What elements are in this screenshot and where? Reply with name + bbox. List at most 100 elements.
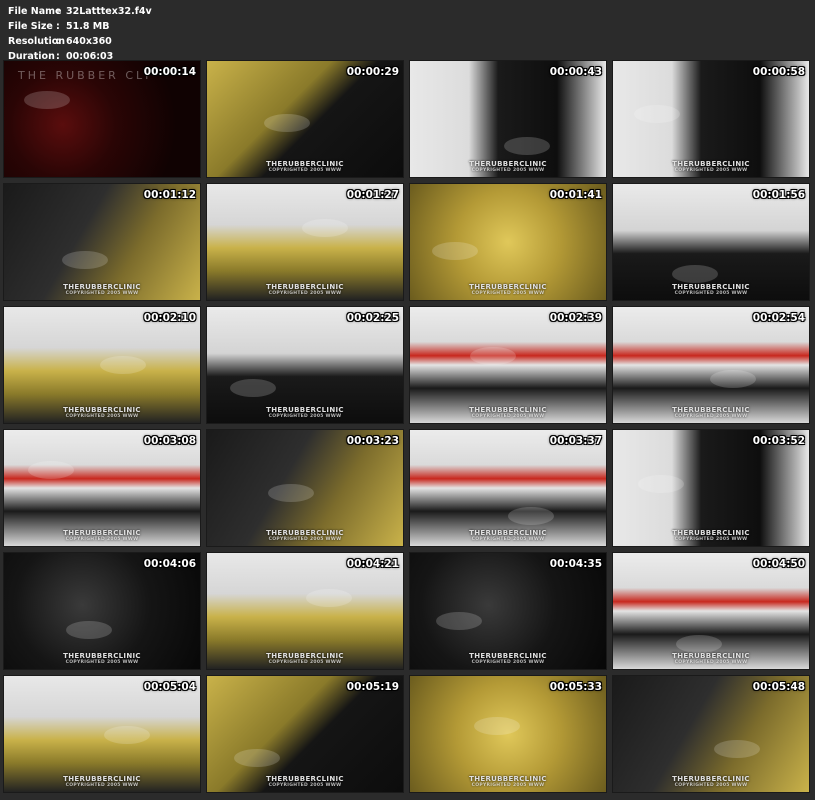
video-thumbnail[interactable]: THERUBBERCLINIC COPYRIGHTED 2005 WWW 00:05… <box>612 675 810 793</box>
watermark-brand: THERUBBERCLINIC <box>266 775 344 783</box>
video-thumbnail[interactable]: THERUBBERCLINIC COPYRIGHTED 2005 WWW 00:04… <box>409 552 607 670</box>
watermark-copyright: COPYRIGHTED 2005 WWW <box>268 168 342 173</box>
watermark-brand: THERUBBERCLINIC <box>672 406 750 414</box>
video-thumbnail[interactable]: THERUBBERCLINIC COPYRIGHTED 2005 WWW 00:01… <box>3 183 201 301</box>
watermark-brand: THERUBBERCLINIC <box>469 283 547 291</box>
gloss-highlight <box>62 251 108 269</box>
resolution-row: Resolution : 640x360 <box>8 34 152 49</box>
video-thumbnail[interactable]: THERUBBERCLINIC COPYRIGHTED 2005 WWW 00:01… <box>206 183 404 301</box>
video-thumbnail[interactable]: THERUBBERCLINIC COPYRIGHTED 2005 WWW 00:05… <box>206 675 404 793</box>
watermark: THERUBBERCLINIC COPYRIGHTED 2005 WWW <box>469 775 547 788</box>
file-name-row: File Name : 32Latttex32.f4v <box>8 4 152 19</box>
watermark-brand: THERUBBERCLINIC <box>266 283 344 291</box>
gloss-highlight <box>100 356 146 374</box>
watermark-brand: THERUBBERCLINIC <box>63 283 141 291</box>
watermark: THERUBBERCLINIC COPYRIGHTED 2005 WWW <box>266 160 344 173</box>
file-size-value: 51.8 MB <box>66 21 110 32</box>
watermark-copyright: COPYRIGHTED 2005 WWW <box>65 291 139 296</box>
video-thumbnail[interactable]: THERUBBERCLINIC COPYRIGHTED 2005 WWW 00:00… <box>409 60 607 178</box>
video-thumbnail[interactable]: THERUBBERCLINIC COPYRIGHTED 2005 WWW 00:04… <box>3 552 201 670</box>
video-thumbnail[interactable]: THERUBBERCLINIC COPYRIGHTED 2005 WWW 00:02… <box>409 306 607 424</box>
thumbnail-timestamp: 00:01:41 <box>549 189 602 201</box>
gloss-highlight <box>24 91 70 109</box>
watermark-copyright: COPYRIGHTED 2005 WWW <box>471 168 545 173</box>
thumbnail-timestamp: 00:01:12 <box>143 189 196 201</box>
video-thumbnail[interactable]: THERUBBERCLINIC COPYRIGHTED 2005 WWW 00:04… <box>206 552 404 670</box>
thumbnail-timestamp: 00:02:25 <box>346 312 399 324</box>
watermark: THERUBBERCLINIC COPYRIGHTED 2005 WWW <box>672 652 750 665</box>
thumbnail-timestamp: 00:03:08 <box>143 435 196 447</box>
watermark-copyright: COPYRIGHTED 2005 WWW <box>471 291 545 296</box>
file-name-label: File Name <box>8 6 62 17</box>
video-thumbnail[interactable]: THERUBBERCLINIC COPYRIGHTED 2005 WWW 00:03… <box>206 429 404 547</box>
video-thumbnail[interactable]: THE RUBBER CLI 00:00:14 <box>3 60 201 178</box>
gloss-highlight <box>306 589 352 607</box>
watermark-copyright: COPYRIGHTED 2005 WWW <box>674 783 748 788</box>
video-thumbnail[interactable]: THERUBBERCLINIC COPYRIGHTED 2005 WWW 00:03… <box>409 429 607 547</box>
separator: : <box>56 36 60 47</box>
thumbnail-timestamp: 00:05:04 <box>143 681 196 693</box>
separator: : <box>56 6 60 17</box>
thumbnail-timestamp: 00:03:23 <box>346 435 399 447</box>
thumbnail-timestamp: 00:03:37 <box>549 435 602 447</box>
video-thumbnail[interactable]: THERUBBERCLINIC COPYRIGHTED 2005 WWW 00:00… <box>206 60 404 178</box>
separator: : <box>56 21 60 32</box>
watermark-copyright: COPYRIGHTED 2005 WWW <box>674 660 748 665</box>
watermark-brand: THERUBBERCLINIC <box>469 406 547 414</box>
video-thumbnail[interactable]: THERUBBERCLINIC COPYRIGHTED 2005 WWW 00:01… <box>612 183 810 301</box>
watermark-brand: THERUBBERCLINIC <box>266 529 344 537</box>
watermark-brand: THERUBBERCLINIC <box>266 160 344 168</box>
thumbnail-timestamp: 00:05:48 <box>752 681 805 693</box>
resolution-value: 640x360 <box>66 36 112 47</box>
watermark: THERUBBERCLINIC COPYRIGHTED 2005 WWW <box>63 652 141 665</box>
gloss-highlight <box>302 219 348 237</box>
watermark-brand: THERUBBERCLINIC <box>469 652 547 660</box>
gloss-highlight <box>436 612 482 630</box>
file-size-row: File Size : 51.8 MB <box>8 19 152 34</box>
watermark-copyright: COPYRIGHTED 2005 WWW <box>268 783 342 788</box>
watermark-brand: THERUBBERCLINIC <box>63 406 141 414</box>
video-thumbnail[interactable]: THERUBBERCLINIC COPYRIGHTED 2005 WWW 00:04… <box>612 552 810 670</box>
gloss-highlight <box>672 265 718 283</box>
video-thumbnail[interactable]: THERUBBERCLINIC COPYRIGHTED 2005 WWW 00:02… <box>612 306 810 424</box>
watermark-brand: THERUBBERCLINIC <box>469 529 547 537</box>
video-thumbnail[interactable]: THERUBBERCLINIC COPYRIGHTED 2005 WWW 00:05… <box>409 675 607 793</box>
thumbnail-timestamp: 00:02:10 <box>143 312 196 324</box>
file-name-value: 32Latttex32.f4v <box>66 6 152 17</box>
gloss-highlight <box>710 370 756 388</box>
gloss-highlight <box>230 379 276 397</box>
watermark-copyright: COPYRIGHTED 2005 WWW <box>65 537 139 542</box>
video-thumbnail[interactable]: THERUBBERCLINIC COPYRIGHTED 2005 WWW 00:02… <box>206 306 404 424</box>
watermark: THERUBBERCLINIC COPYRIGHTED 2005 WWW <box>672 529 750 542</box>
gloss-highlight <box>432 242 478 260</box>
watermark-copyright: COPYRIGHTED 2005 WWW <box>268 537 342 542</box>
video-thumbnail[interactable]: THERUBBERCLINIC COPYRIGHTED 2005 WWW 00:03… <box>3 429 201 547</box>
gloss-highlight <box>634 105 680 123</box>
watermark-copyright: COPYRIGHTED 2005 WWW <box>471 537 545 542</box>
watermark-brand: THERUBBERCLINIC <box>672 160 750 168</box>
watermark-copyright: COPYRIGHTED 2005 WWW <box>471 783 545 788</box>
watermark: THERUBBERCLINIC COPYRIGHTED 2005 WWW <box>63 283 141 296</box>
watermark-brand: THERUBBERCLINIC <box>672 775 750 783</box>
video-thumbnail[interactable]: THERUBBERCLINIC COPYRIGHTED 2005 WWW 00:05… <box>3 675 201 793</box>
video-thumbnail[interactable]: THERUBBERCLINIC COPYRIGHTED 2005 WWW 00:02… <box>3 306 201 424</box>
video-thumbnail[interactable]: THERUBBERCLINIC COPYRIGHTED 2005 WWW 00:01… <box>409 183 607 301</box>
video-thumbnail[interactable]: THERUBBERCLINIC COPYRIGHTED 2005 WWW 00:00… <box>612 60 810 178</box>
thumbnail-timestamp: 00:05:19 <box>346 681 399 693</box>
watermark-brand: THERUBBERCLINIC <box>672 529 750 537</box>
gloss-highlight <box>66 621 112 639</box>
thumbnail-grid: THE RUBBER CLI 00:00:14 THERUBBERCLINIC COP… <box>3 60 810 793</box>
video-thumbnail[interactable]: THERUBBERCLINIC COPYRIGHTED 2005 WWW 00:03… <box>612 429 810 547</box>
watermark-brand: THERUBBERCLINIC <box>63 775 141 783</box>
watermark-brand: THERUBBERCLINIC <box>63 529 141 537</box>
watermark-copyright: COPYRIGHTED 2005 WWW <box>674 168 748 173</box>
watermark: THERUBBERCLINIC COPYRIGHTED 2005 WWW <box>266 406 344 419</box>
brand-logo-text: THE RUBBER CLI <box>18 69 152 82</box>
watermark-brand: THERUBBERCLINIC <box>469 775 547 783</box>
watermark-brand: THERUBBERCLINIC <box>469 160 547 168</box>
watermark: THERUBBERCLINIC COPYRIGHTED 2005 WWW <box>469 160 547 173</box>
watermark-brand: THERUBBERCLINIC <box>266 406 344 414</box>
watermark-brand: THERUBBERCLINIC <box>63 652 141 660</box>
watermark: THERUBBERCLINIC COPYRIGHTED 2005 WWW <box>469 652 547 665</box>
gloss-highlight <box>28 461 74 479</box>
